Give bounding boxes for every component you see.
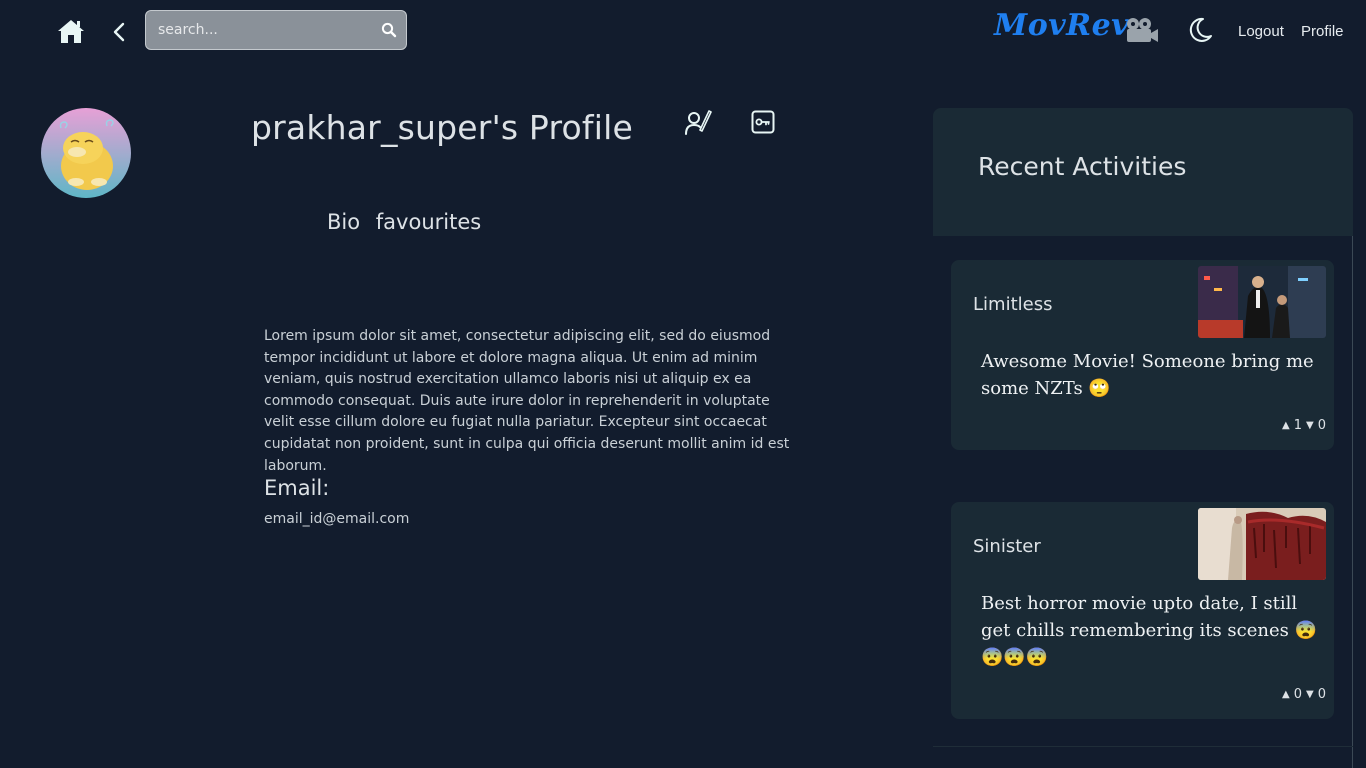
activities-list[interactable]: Limitless Awesome Movie! Someone bring m… xyxy=(933,236,1353,768)
home-icon[interactable] xyxy=(56,17,86,45)
tab-favourites[interactable]: favourites xyxy=(376,210,481,234)
logout-link[interactable]: Logout xyxy=(1238,23,1284,40)
downvote-count: 0 xyxy=(1317,418,1326,433)
bio-text: Lorem ipsum dolor sit amet, consectetur … xyxy=(264,328,790,474)
movie-poster[interactable] xyxy=(1198,508,1326,580)
search-bar xyxy=(145,10,407,50)
activities-title: Recent Activities xyxy=(978,152,1187,181)
email-value: email_id@email.com xyxy=(264,511,410,527)
user-edit-icon[interactable] xyxy=(684,108,712,136)
search-input[interactable] xyxy=(146,11,371,49)
camera-icon xyxy=(1124,16,1160,44)
divider xyxy=(933,746,1353,747)
moon-icon[interactable] xyxy=(1186,16,1214,44)
email-label: Email: xyxy=(264,476,330,500)
downvote-icon[interactable]: ▼ xyxy=(1306,689,1314,700)
logo[interactable]: MovRev xyxy=(994,8,1129,43)
recent-activities-panel: Recent Activities Limitless Awesome Movi… xyxy=(933,108,1353,768)
activity-card[interactable]: Limitless Awesome Movie! Someone bring m… xyxy=(951,260,1334,450)
profile-tabs: Bio favourites xyxy=(327,210,490,234)
review-text: Awesome Movie! Someone bring me some NZT… xyxy=(981,351,1314,399)
review-text: Best horror movie upto date, I still get… xyxy=(981,593,1317,668)
downvote-icon[interactable]: ▼ xyxy=(1306,420,1314,431)
vote-counter: ▲ 1 ▼ 0 xyxy=(1278,418,1326,433)
upvote-count: 1 xyxy=(1293,418,1303,433)
profile-link[interactable]: Profile xyxy=(1301,23,1344,40)
page-title: prakhar_super's Profile xyxy=(251,108,633,147)
downvote-count: 0 xyxy=(1317,687,1326,702)
movie-title[interactable]: Limitless xyxy=(973,294,1052,315)
upvote-count: 0 xyxy=(1293,687,1303,702)
avatar xyxy=(41,108,131,198)
key-icon[interactable] xyxy=(751,110,775,134)
vote-counter: ▲ 0 ▼ 0 xyxy=(1278,687,1326,702)
movie-poster[interactable] xyxy=(1198,266,1326,338)
upvote-icon[interactable]: ▲ xyxy=(1282,420,1290,431)
activities-header: Recent Activities xyxy=(933,108,1353,236)
movie-title[interactable]: Sinister xyxy=(973,536,1041,557)
activity-card[interactable]: Sinister Best horror movie upto date, I … xyxy=(951,502,1334,719)
search-icon[interactable] xyxy=(381,22,397,38)
back-arrow-icon[interactable] xyxy=(110,20,128,44)
tab-bio[interactable]: Bio xyxy=(327,210,360,234)
upvote-icon[interactable]: ▲ xyxy=(1282,689,1290,700)
